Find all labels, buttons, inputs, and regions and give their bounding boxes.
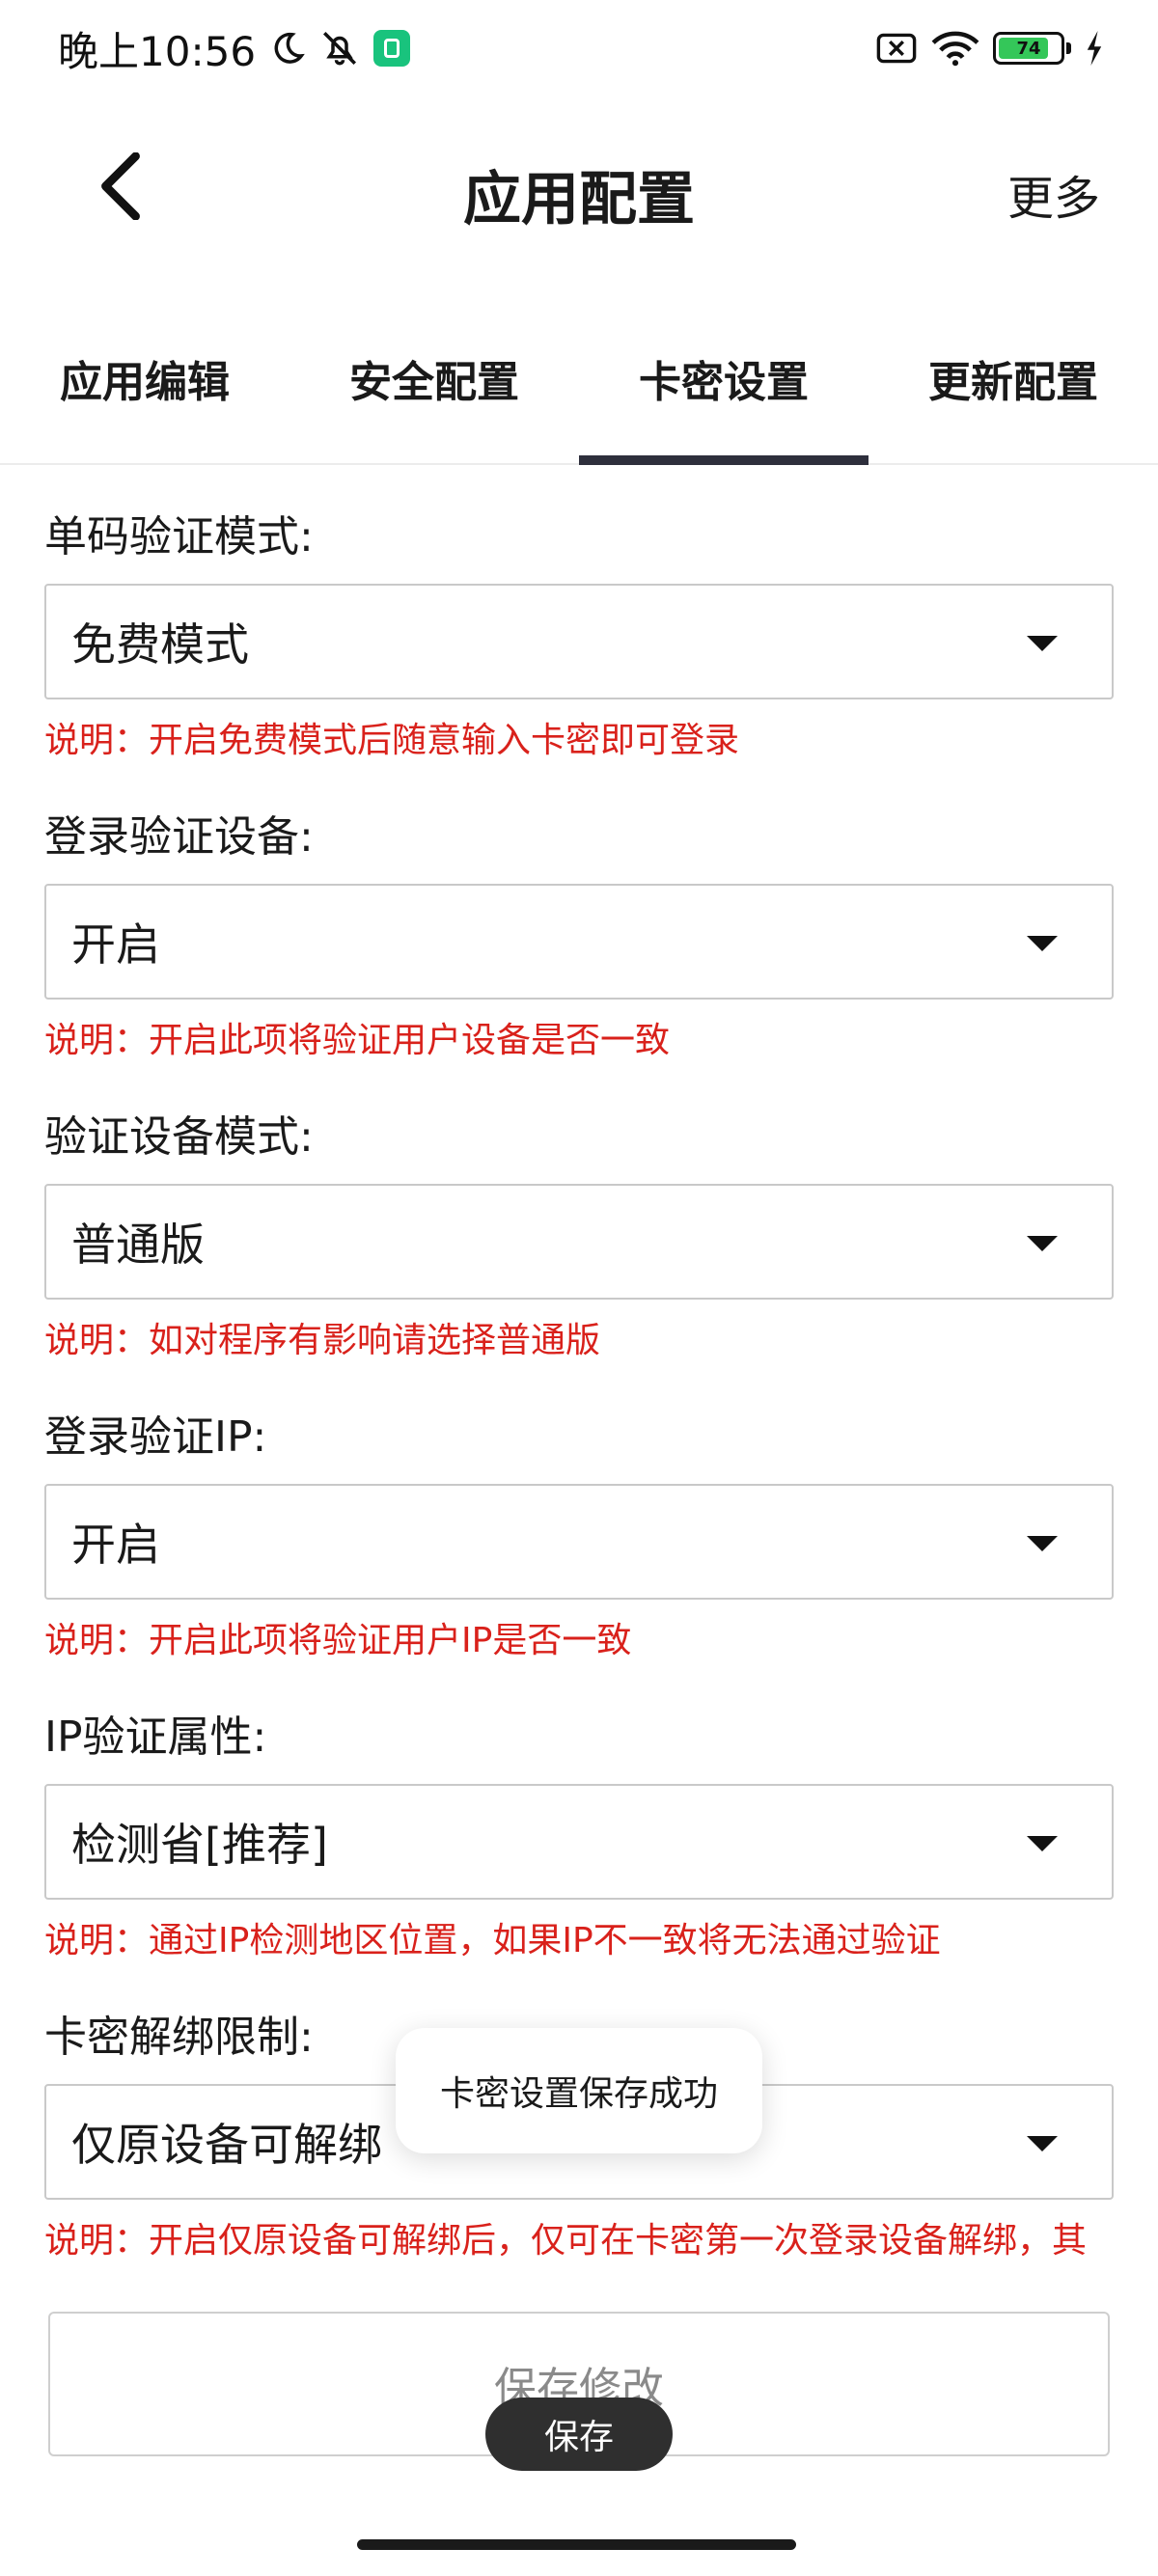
field-hint: 说明：通过IP检测地区位置，如果IP不一致将无法通过验证 [44,1921,941,1960]
field-login-verify-ip: 登录验证IP: 开启 说明：开启此项将验证用户IP是否一致 [44,1402,1114,1702]
field-label: IP验证属性: [44,1713,267,1762]
field-label: 登录验证IP: [44,1412,267,1462]
charging-icon [1085,31,1104,66]
status-bar-right: 74 [875,30,1104,67]
tab-card-settings[interactable]: 卡密设置 [579,318,868,465]
field-hint: 说明：开启此项将验证用户IP是否一致 [44,1621,632,1660]
battery-level: 74 [1016,38,1041,59]
field-hint: 说明：如对程序有影响请选择普通版 [44,1321,601,1360]
save-floating-button[interactable]: 保存 [485,2398,673,2471]
dropdown-caret-icon [1027,636,1058,651]
app-notification-icon [373,30,411,67]
field-hint: 说明：开启仅原设备可解绑后，仅可在卡密第一次登录设备解绑，其 [44,2221,1088,2261]
field-ip-verify-attribute: IP验证属性: 检测省[推荐] 说明：通过IP检测地区位置，如果IP不一致将无法… [44,1702,1114,2002]
verify-device-mode-select[interactable]: 普通版 [44,1184,1114,1300]
field-hint: 说明：开启免费模式后随意输入卡密即可登录 [44,721,740,760]
success-toast: 卡密设置保存成功 [396,2028,762,2153]
sim-icon [875,31,918,66]
login-verify-ip-select[interactable]: 开启 [44,1484,1114,1600]
field-label: 验证设备模式: [44,1112,314,1162]
select-value: 仅原设备可解绑 [71,2119,382,2171]
single-code-mode-select[interactable]: 免费模式 [44,584,1114,699]
select-value: 开启 [71,918,160,971]
field-label: 登录验证设备: [44,812,314,862]
wifi-icon [931,30,979,67]
dropdown-caret-icon [1027,1536,1058,1551]
dropdown-caret-icon [1027,1236,1058,1251]
home-indicator[interactable] [357,2539,796,2550]
select-value: 免费模式 [71,618,249,671]
select-value: 普通版 [71,1219,205,1271]
field-hint: 说明：开启此项将验证用户设备是否一致 [44,1021,671,1060]
muted-icon [319,28,360,69]
field-single-code-mode: 单码验证模式: 免费模式 说明：开启免费模式后随意输入卡密即可登录 [44,502,1114,802]
select-value: 检测省[推荐] [71,1819,328,1871]
tab-app-edit[interactable]: 应用编辑 [0,318,290,463]
select-value: 开启 [71,1519,160,1571]
tab-bar: 应用编辑 安全配置 卡密设置 更新配置 [0,318,1158,465]
status-bar-left: 晚上10:56 [58,19,411,78]
moon-icon [269,30,306,67]
dropdown-caret-icon [1027,936,1058,951]
dropdown-caret-icon [1027,1836,1058,1851]
field-label: 单码验证模式: [44,512,314,562]
more-button[interactable]: 更多 [1007,160,1100,228]
ip-verify-attribute-select[interactable]: 检测省[推荐] [44,1784,1114,1900]
field-verify-device-mode: 验证设备模式: 普通版 说明：如对程序有影响请选择普通版 [44,1102,1114,1402]
status-time: 晚上10:56 [58,27,257,75]
dropdown-caret-icon [1027,2136,1058,2151]
title-bar: 应用配置 更多 [0,125,1158,251]
field-label: 卡密解绑限制: [44,2013,314,2062]
login-verify-device-select[interactable]: 开启 [44,884,1114,1000]
tab-update-config[interactable]: 更新配置 [868,318,1158,463]
battery-icon: 74 [993,32,1071,65]
tab-security-config[interactable]: 安全配置 [290,318,579,463]
status-bar: 晚上10:56 74 [0,0,1158,96]
field-login-verify-device: 登录验证设备: 开启 说明：开启此项将验证用户设备是否一致 [44,802,1114,1102]
page-title: 应用配置 [463,166,695,233]
